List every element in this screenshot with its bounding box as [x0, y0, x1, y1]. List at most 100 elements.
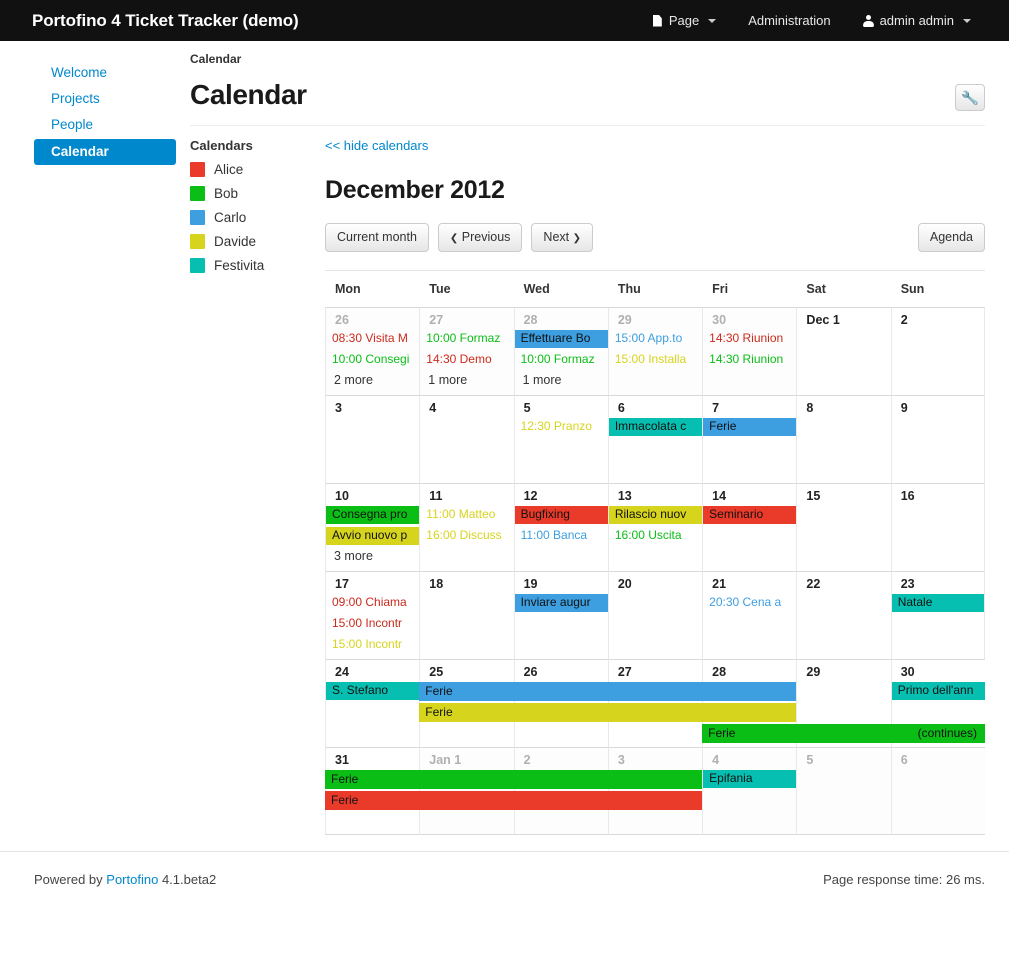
calendar-event[interactable]: Bugfixing	[515, 506, 608, 524]
calendar-day-cell[interactable]: 24S. Stefano	[325, 659, 419, 747]
calendar-legend-item[interactable]: Davide	[190, 234, 325, 249]
nav-user-menu[interactable]: admin admin	[847, 0, 987, 41]
calendar-day-cell[interactable]: 20	[608, 571, 702, 659]
calendar-day-cell[interactable]: 8	[796, 395, 890, 483]
calendar-event[interactable]: 11:00 Matteo	[420, 506, 513, 524]
calendar-event[interactable]: Inviare augur	[515, 594, 608, 612]
calendar-event[interactable]: 10:00 Formaz	[420, 330, 513, 348]
calendar-day-cell[interactable]: 14Seminario	[702, 483, 796, 571]
calendar-legend-item[interactable]: Festivita	[190, 258, 325, 273]
calendar-event[interactable]: S. Stefano	[326, 682, 419, 700]
multiday-event-bar[interactable]: Ferie	[325, 791, 702, 810]
current-month-button[interactable]: Current month	[325, 223, 429, 252]
calendar-event[interactable]: 15:00 App.to	[609, 330, 702, 348]
calendar-legend-item[interactable]: Alice	[190, 162, 325, 177]
calendar-event[interactable]: 11:00 Banca	[515, 527, 608, 545]
day-number: 27	[420, 308, 513, 330]
calendar-day-cell[interactable]: 18	[419, 571, 513, 659]
calendar-day-cell[interactable]: 4	[419, 395, 513, 483]
calendar-event[interactable]: 14:30 Riunion	[703, 330, 796, 348]
calendar-day-cell[interactable]: 1111:00 Matteo16:00 Discuss	[419, 483, 513, 571]
calendar-event[interactable]: 16:00 Discuss	[420, 527, 513, 545]
sidebar-item-projects[interactable]: Projects	[34, 87, 176, 110]
calendar-day-cell[interactable]: 2608:30 Visita M10:00 Consegi2 more	[325, 307, 419, 395]
more-events-link[interactable]: 3 more	[326, 548, 419, 564]
more-events-link[interactable]: 1 more	[420, 372, 513, 388]
more-events-link[interactable]: 2 more	[326, 372, 419, 388]
sidebar-item-calendar[interactable]: Calendar	[34, 139, 176, 165]
calendar-day-cell[interactable]: 2	[891, 307, 985, 395]
calendar-day-cell[interactable]: 13Rilascio nuov16:00 Uscita	[608, 483, 702, 571]
hide-calendars-link[interactable]: << hide calendars	[325, 138, 428, 153]
calendar-event[interactable]: 16:00 Uscita	[609, 527, 702, 545]
calendar-event[interactable]: 09:00 Chiama	[326, 594, 419, 612]
calendar-day-cell[interactable]: 2120:30 Cena a	[702, 571, 796, 659]
breadcrumb[interactable]: Calendar	[190, 49, 985, 66]
calendar-day-cell[interactable]: Dec 1	[796, 307, 890, 395]
calendar-day-cell[interactable]: 16	[891, 483, 985, 571]
multiday-event-bar[interactable]: Ferie	[419, 703, 796, 722]
next-button[interactable]: Next ❯	[531, 223, 593, 252]
calendar-event[interactable]: 10:00 Consegi	[326, 351, 419, 369]
calendar-event[interactable]: 20:30 Cena a	[703, 594, 796, 612]
calendar-day-cell[interactable]: 1709:00 Chiama15:00 Incontr15:00 Incontr	[325, 571, 419, 659]
calendar-event[interactable]: 12:30 Pranzo	[515, 418, 608, 436]
nav-page-menu[interactable]: Page	[637, 0, 732, 41]
top-navbar: Portofino 4 Ticket Tracker (demo) Page A…	[0, 0, 1009, 41]
app-brand-title[interactable]: Portofino 4 Ticket Tracker (demo)	[32, 11, 299, 31]
calendar-legend-item[interactable]: Bob	[190, 186, 325, 201]
calendar-day-cell[interactable]: 22	[796, 571, 890, 659]
multiday-event-bar[interactable]: Ferie	[325, 770, 702, 789]
nav-administration[interactable]: Administration	[732, 0, 846, 41]
calendar-day-cell[interactable]: 512:30 Pranzo	[514, 395, 608, 483]
calendar-day-cell[interactable]: 23Natale	[891, 571, 985, 659]
page-settings-button[interactable]: 🔧	[955, 84, 985, 111]
calendar-event[interactable]: Effettuare Bo	[515, 330, 608, 348]
calendar-event[interactable]: Avvio nuovo p	[326, 527, 419, 545]
day-number: 31	[326, 748, 419, 770]
calendar-event[interactable]: Natale	[892, 594, 984, 612]
calendar-event[interactable]: 15:00 Installa	[609, 351, 702, 369]
calendar-day-cell[interactable]: 28Effettuare Bo10:00 Formaz1 more	[514, 307, 608, 395]
calendar-day-cell[interactable]: 12Bugfixing11:00 Banca	[514, 483, 608, 571]
calendar-event[interactable]: Consegna pro	[326, 506, 419, 524]
previous-button[interactable]: ❮ Previous	[438, 223, 523, 252]
sidebar-item-welcome[interactable]: Welcome	[34, 61, 176, 84]
calendar-event[interactable]: 14:30 Demo	[420, 351, 513, 369]
calendar-event[interactable]: 15:00 Incontr	[326, 615, 419, 633]
more-events-link[interactable]: 1 more	[515, 372, 608, 388]
portofino-link[interactable]: Portofino	[106, 872, 158, 887]
calendar-day-cell[interactable]: 2710:00 Formaz 14:30 Demo 1 more	[419, 307, 513, 395]
agenda-button[interactable]: Agenda	[918, 223, 985, 252]
calendar-event[interactable]: Epifania	[703, 770, 796, 788]
calendar-event[interactable]: 15:00 Incontr	[326, 636, 419, 654]
calendar-day-cell[interactable]: 9	[891, 395, 985, 483]
calendar-day-cell[interactable]: 4Epifania	[702, 747, 796, 835]
calendar-event[interactable]: Rilascio nuov	[609, 506, 702, 524]
calendar-event[interactable]: Seminario	[703, 506, 796, 524]
calendar-day-cell[interactable]: 10Consegna proAvvio nuovo p3 more	[325, 483, 419, 571]
day-number: 4	[703, 748, 796, 770]
calendar-event[interactable]: 08:30 Visita M	[326, 330, 419, 348]
calendar-day-cell[interactable]: 5	[796, 747, 890, 835]
calendar-event[interactable]: Primo dell'ann	[892, 682, 985, 700]
calendar-event[interactable]: 14:30 Riunion	[703, 351, 796, 369]
day-number: 20	[609, 572, 702, 594]
multiday-event-bar[interactable]: Ferie	[419, 682, 796, 701]
calendar-day-cell[interactable]: 6Immacolata c	[608, 395, 702, 483]
calendar-day-cell[interactable]: 3014:30 Riunion14:30 Riunion	[702, 307, 796, 395]
calendar-day-cell[interactable]: 3	[325, 395, 419, 483]
calendar-day-cell[interactable]: 2915:00 App.to15:00 Installa	[608, 307, 702, 395]
calendar-event[interactable]: 10:00 Formaz	[515, 351, 608, 369]
page-title-row: Calendar 🔧	[190, 80, 985, 111]
calendar-day-cell[interactable]: 15	[796, 483, 890, 571]
calendar-day-cell[interactable]: 7Ferie	[702, 395, 796, 483]
calendar-event[interactable]: Ferie	[703, 418, 796, 436]
calendar-day-cell[interactable]: 6	[891, 747, 985, 835]
multiday-event-bar[interactable]: Ferie(continues)	[702, 724, 985, 743]
calendar-day-cell[interactable]: 19Inviare augur	[514, 571, 608, 659]
calendar-legend-item[interactable]: Carlo	[190, 210, 325, 225]
sidebar-item-people[interactable]: People	[34, 113, 176, 136]
page-icon	[653, 15, 663, 27]
calendar-event[interactable]: Immacolata c	[609, 418, 702, 436]
